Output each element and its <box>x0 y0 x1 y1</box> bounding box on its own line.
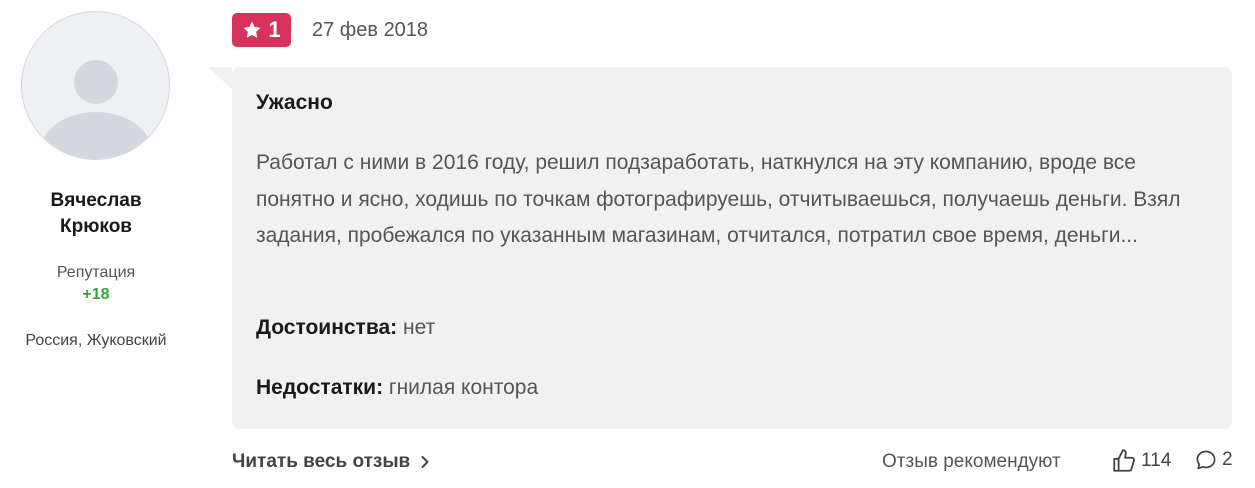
comments-count: 2 <box>1222 449 1233 470</box>
review-body: Ужасно Работал с ними в 2016 году, решил… <box>232 67 1232 429</box>
user-placeholder-icon <box>40 60 152 159</box>
read-full-review-link[interactable]: Читать весь отзыв <box>232 451 430 473</box>
comments-button[interactable]: 2 <box>1194 448 1233 472</box>
pros-value: нет <box>403 316 436 339</box>
chevron-right-icon <box>421 456 429 468</box>
cons-value: гнилая контора <box>388 376 539 399</box>
cons-label: Недостатки: <box>256 376 384 399</box>
bubble-tail <box>208 67 232 89</box>
avatar[interactable] <box>21 11 170 160</box>
rating-badge: 1 <box>232 13 291 47</box>
review-pros: Достоинства: нет <box>256 316 435 340</box>
review-date: 27 фев 2018 <box>312 19 429 41</box>
author-name[interactable]: Вячеслав Крюков <box>0 188 192 240</box>
pros-label: Достоинства: <box>256 316 398 339</box>
comment-icon <box>1196 450 1216 470</box>
review-cons: Недостатки: гнилая контора <box>256 376 538 400</box>
like-button[interactable]: 114 <box>1111 448 1171 474</box>
star-icon <box>243 21 261 38</box>
review-title: Ужасно <box>256 91 333 114</box>
read-more-label: Читать весь отзыв <box>232 451 411 472</box>
recommend-label: Отзыв рекомендуют <box>882 451 1061 472</box>
author-last-name: Крюков <box>60 216 132 237</box>
author-first-name: Вячеслав <box>50 190 142 211</box>
likes-count: 114 <box>1141 450 1172 471</box>
review-card: Вячеслав Крюков Репутация +18 Россия, Жу… <box>0 0 1255 488</box>
rating-value: 1 <box>268 17 281 42</box>
reputation-value: +18 <box>82 286 110 303</box>
review-text: Работал с ними в 2016 году, решил подзар… <box>256 151 1181 247</box>
author-location: Россия, Жуковский <box>25 332 167 349</box>
reputation-label: Репутация <box>56 264 136 281</box>
thumbs-up-icon <box>1113 449 1135 472</box>
